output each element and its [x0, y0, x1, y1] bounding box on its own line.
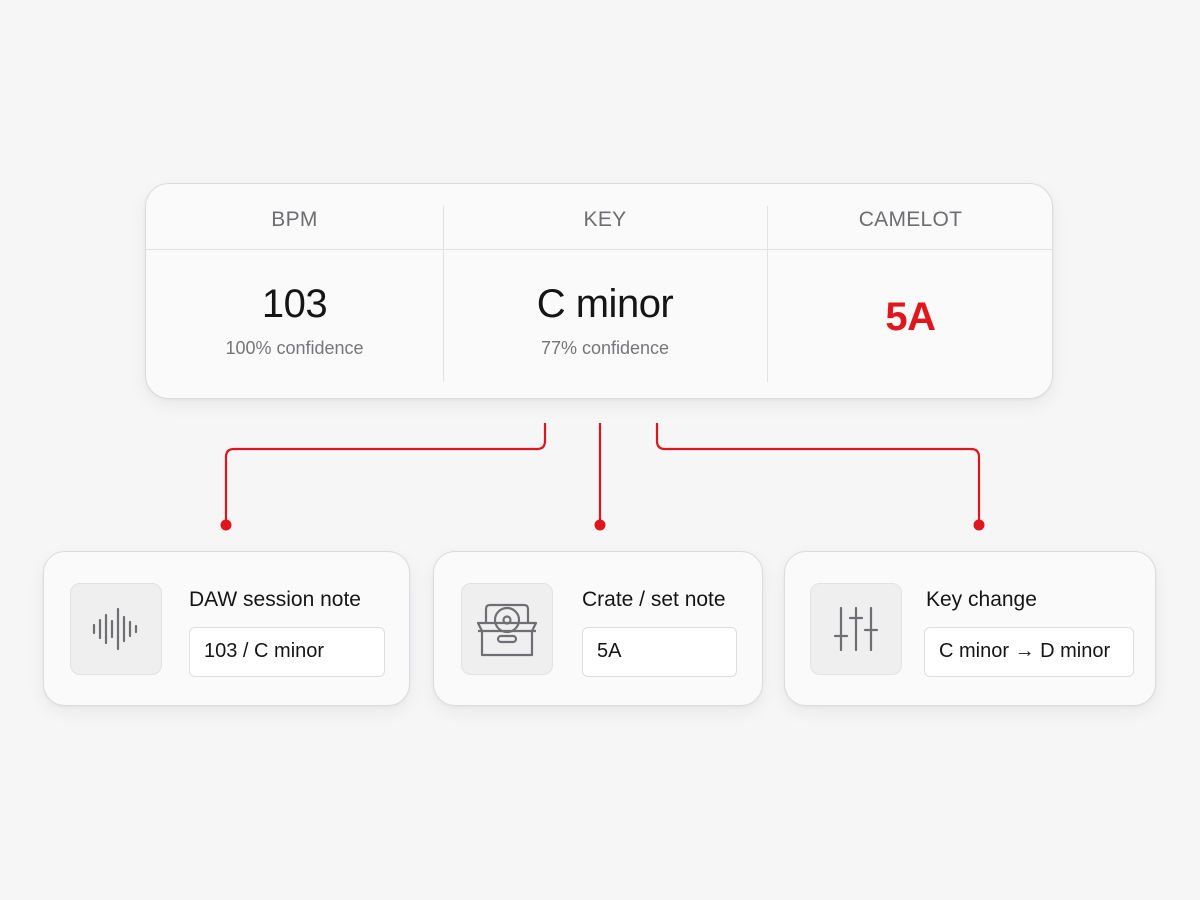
note-title: DAW session note	[189, 588, 361, 611]
camelot-value: 5A	[885, 295, 936, 339]
connector-dot	[973, 519, 985, 531]
daw-session-note-card: DAW session note 103 / C minor	[43, 551, 410, 706]
bpm-value: 103	[261, 282, 328, 326]
key-change-card: Key change C minor → D minor	[784, 551, 1156, 706]
analysis-card: BPM 103 100% confidence KEY C minor 77% …	[145, 183, 1053, 399]
crate-set-note-card: Crate / set note 5A	[433, 551, 763, 706]
key-confidence: 77% confidence	[540, 338, 670, 358]
key-label: KEY	[583, 208, 627, 231]
connector-left	[224, 423, 547, 525]
record-crate-icon	[461, 583, 553, 675]
connector-right	[655, 423, 981, 525]
camelot-label: CAMELOT	[858, 208, 963, 231]
mixer-sliders-icon	[810, 583, 902, 675]
note-value-field[interactable]: C minor → D minor	[924, 627, 1134, 677]
key-value: C minor	[536, 282, 674, 326]
bpm-label: BPM	[271, 208, 318, 231]
page: BPM 103 100% confidence KEY C minor 77% …	[0, 0, 1200, 900]
camelot-column: CAMELOT 5A	[767, 184, 1052, 398]
note-value-field[interactable]: 5A	[582, 627, 737, 677]
bpm-column: BPM 103 100% confidence	[146, 184, 443, 398]
waveform-icon	[70, 583, 162, 675]
note-title: Crate / set note	[582, 588, 726, 611]
connector-dot	[594, 519, 606, 531]
bpm-confidence: 100% confidence	[225, 338, 364, 358]
note-value-field[interactable]: 103 / C minor	[189, 627, 385, 677]
connector-dot	[220, 519, 232, 531]
key-column: KEY C minor 77% confidence	[443, 184, 767, 398]
connector-lines	[220, 423, 985, 531]
note-title: Key change	[926, 588, 1037, 611]
